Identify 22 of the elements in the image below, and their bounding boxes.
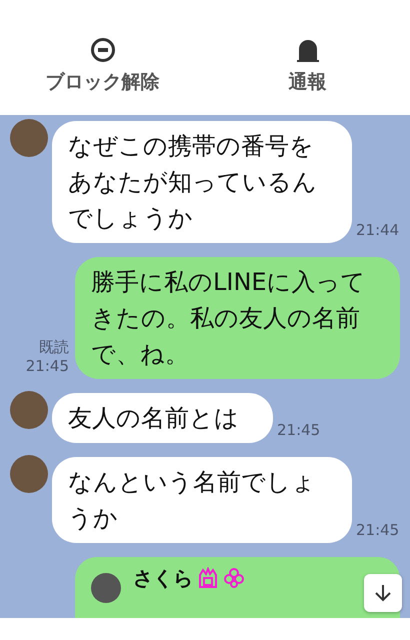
flower-emoji-icon xyxy=(223,567,245,589)
message-time: 21:45 xyxy=(26,357,69,375)
unblock-button[interactable]: ブロック解除 xyxy=(22,37,182,95)
down-arrow-icon xyxy=(373,583,393,603)
read-receipt: 既読 xyxy=(39,338,69,357)
contact-card[interactable]: さくら xyxy=(75,557,400,618)
message-time: 21:45 xyxy=(277,421,320,439)
avatar-photo xyxy=(10,391,48,429)
message-time: 21:45 xyxy=(356,521,400,539)
message-bubble: なんという名前でしょうか xyxy=(52,457,352,543)
avatar-photo xyxy=(10,455,48,493)
message-bubble: 友人の名前とは xyxy=(52,393,273,443)
scroll-down-button[interactable] xyxy=(364,574,402,612)
contact-avatar-photo xyxy=(91,573,121,603)
contact-name: さくら xyxy=(133,565,193,592)
message-bubble: 勝手に私のLINEに入ってきたの。私の友人の名前で、ね。 xyxy=(75,257,400,379)
minus-circle-icon xyxy=(90,37,116,63)
siren-icon xyxy=(294,37,320,63)
message-bubble: なぜこの携帯の番号をあなたが知っているんでしょうか xyxy=(52,121,352,243)
avatar-photo xyxy=(10,119,48,157)
message-time: 21:44 xyxy=(356,221,400,239)
report-button[interactable]: 通報 xyxy=(228,37,388,95)
